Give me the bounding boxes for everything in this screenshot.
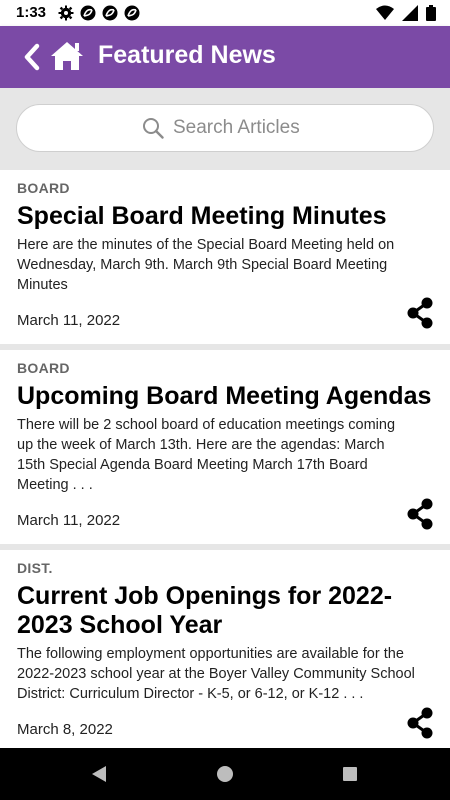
article-date: March 11, 2022 bbox=[17, 312, 121, 329]
title-line: 2023 School Year bbox=[17, 611, 223, 639]
article-title[interactable]: Upcoming Board Meeting Agendas bbox=[17, 382, 437, 411]
app-notification-icon bbox=[124, 5, 140, 21]
search-area: Search Articles bbox=[0, 88, 450, 170]
article-card[interactable]: BOARD Special Board Meeting Minutes Here… bbox=[0, 170, 450, 344]
app-notification-icon bbox=[102, 5, 118, 21]
title-line: Upcoming Board Meeting Agendas bbox=[17, 382, 432, 410]
wifi-icon bbox=[376, 5, 394, 20]
summary-line: There will be 2 school board of educatio… bbox=[17, 417, 396, 433]
article-summary: Here are the minutes of the Special Boar… bbox=[17, 235, 437, 295]
article-card[interactable]: BOARD Upcoming Board Meeting Agendas The… bbox=[0, 350, 450, 544]
article-summary: There will be 2 school board of educatio… bbox=[17, 415, 437, 495]
search-icon bbox=[143, 118, 164, 139]
article-category: BOARD bbox=[17, 360, 70, 376]
summary-line: Wednesday, March 9th. March 9th Special … bbox=[17, 257, 388, 273]
summary-line: 15th Special Agenda Board Meeting March … bbox=[17, 457, 368, 473]
summary-line: up the week of March 13th. Here are the … bbox=[17, 437, 385, 453]
status-left-icons bbox=[58, 5, 140, 21]
article-title[interactable]: Current Job Openings for 2022- 2023 Scho… bbox=[17, 582, 437, 640]
summary-line: 2022-2023 school year at the Boyer Valle… bbox=[17, 666, 415, 682]
app-notification-icon bbox=[80, 5, 96, 21]
recents-square-icon[interactable] bbox=[340, 764, 360, 784]
back-triangle-icon[interactable] bbox=[89, 764, 109, 784]
article-date: March 11, 2022 bbox=[17, 512, 121, 529]
summary-line: Meeting . . . bbox=[17, 477, 93, 493]
status-bar: 1:33 bbox=[0, 0, 450, 26]
app-bar: Featured News bbox=[0, 26, 450, 88]
search-input[interactable]: Search Articles bbox=[16, 104, 434, 152]
battery-icon bbox=[426, 5, 436, 21]
summary-line: Minutes bbox=[17, 277, 68, 293]
title-line: Current Job Openings for 2022- bbox=[17, 582, 393, 610]
status-time: 1:33 bbox=[16, 4, 47, 21]
signal-icon bbox=[402, 5, 418, 21]
article-category: DIST. bbox=[17, 560, 53, 576]
title-line: Special Board Meeting Minutes bbox=[17, 202, 387, 230]
share-icon[interactable] bbox=[404, 498, 436, 530]
home-circle-icon[interactable] bbox=[215, 764, 235, 784]
article-date: March 8, 2022 bbox=[17, 721, 113, 738]
summary-line: District: Curriculum Director - K-5, or … bbox=[17, 686, 364, 702]
home-icon[interactable] bbox=[50, 40, 84, 72]
page-title: Featured News bbox=[98, 41, 276, 69]
share-icon[interactable] bbox=[404, 297, 436, 329]
chevron-left-icon[interactable] bbox=[20, 42, 44, 72]
status-right-icons bbox=[376, 5, 436, 21]
system-nav-bar bbox=[0, 748, 450, 800]
article-title[interactable]: Special Board Meeting Minutes bbox=[17, 202, 437, 231]
article-summary: The following employment opportunities a… bbox=[17, 644, 437, 704]
gear-icon bbox=[58, 5, 74, 21]
article-category: BOARD bbox=[17, 180, 70, 196]
search-placeholder: Search Articles bbox=[173, 117, 300, 138]
share-icon[interactable] bbox=[404, 707, 436, 739]
summary-line: Here are the minutes of the Special Boar… bbox=[17, 237, 395, 253]
summary-line: The following employment opportunities a… bbox=[17, 646, 404, 662]
article-card[interactable]: DIST. Current Job Openings for 2022- 202… bbox=[0, 550, 450, 748]
